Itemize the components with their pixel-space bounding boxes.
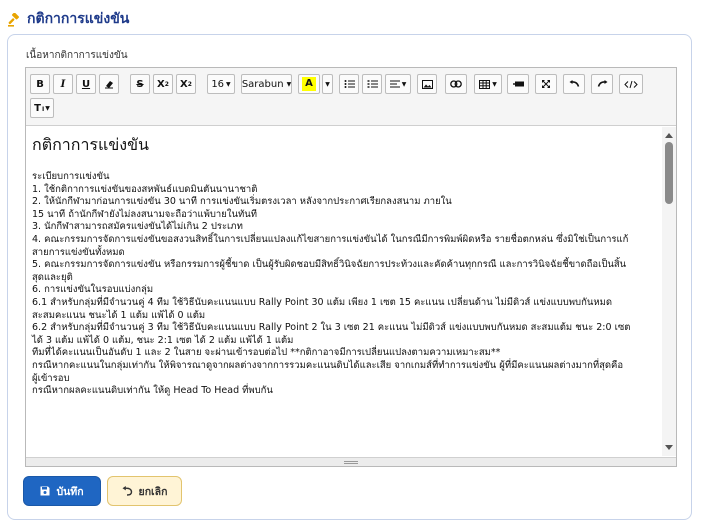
align-left-icon bbox=[389, 80, 400, 87]
content-line: กรณีหากคะแนนในกลุ่มเท่ากัน ให้พิจารณาดูจ… bbox=[32, 359, 624, 371]
scroll-down-arrow-icon[interactable] bbox=[665, 445, 673, 450]
caret-down-icon: ▼ bbox=[492, 80, 497, 88]
text-style-glyph: T bbox=[34, 102, 41, 114]
underline-button[interactable]: U bbox=[76, 74, 96, 94]
italic-button[interactable]: I bbox=[53, 74, 73, 94]
content-line: 15 นาที ถ้านักกีฬายังไม่ลงสนามจะถือว่าแพ… bbox=[32, 208, 257, 220]
text-color-caret[interactable]: ▼ bbox=[322, 74, 333, 94]
fullscreen-button[interactable] bbox=[535, 74, 557, 94]
content-line: 2. ให้นักกีฬามาก่อนการแข่งขัน 30 นาที กา… bbox=[32, 196, 452, 208]
content-line: 6.2 สำหรับกลุ่มที่มีจำนวนคู่ 3 ทีม ใช้วิ… bbox=[32, 322, 631, 334]
editor-resize-handle[interactable] bbox=[26, 457, 676, 466]
page-title: กติกาการแข่งขัน bbox=[27, 11, 130, 27]
subscript-glyph: X bbox=[180, 78, 188, 90]
cancel-button-label: ยกเลิก bbox=[138, 485, 168, 498]
floppy-disk-icon bbox=[40, 486, 50, 496]
content-line: 4. คณะกรรมการจัดการแข่งขันขอสงวนสิทธิ์ใน… bbox=[32, 233, 629, 245]
caret-down-icon: ▼ bbox=[226, 80, 231, 88]
picture-icon bbox=[421, 79, 433, 89]
rules-form-card: เนื้อหากติกาการแข่งขัน B I U S X2 X2 16 ▼… bbox=[7, 34, 692, 520]
strike-glyph: S bbox=[136, 78, 144, 90]
content-line: 6. การแข่งขันในรอบแบ่งกลุ่ม bbox=[32, 284, 154, 296]
fullscreen-icon bbox=[542, 80, 550, 88]
insert-table-dropdown[interactable]: ▼ bbox=[474, 74, 502, 94]
caret-down-icon: ▼ bbox=[286, 80, 292, 88]
superscript-button[interactable]: X2 bbox=[153, 74, 173, 94]
italic-glyph: I bbox=[60, 78, 66, 90]
content-line: 6.1 สำหรับกลุ่มที่มีจำนวนคู่ 4 ทีม ใช้วิ… bbox=[32, 296, 613, 308]
font-size-dropdown[interactable]: 16 ▼ bbox=[207, 74, 235, 94]
paragraph-align-dropdown[interactable]: ▼ bbox=[385, 74, 411, 94]
eraser-button[interactable] bbox=[99, 74, 119, 94]
editor-content-area[interactable]: กติกาการแข่งขัน ระเบียบการแข่งขัน 1. ใช้… bbox=[26, 127, 676, 456]
content-field-label: เนื้อหากติกาการแข่งขัน bbox=[26, 50, 128, 61]
content-line: ได้ 3 แต้ม แพ้ได้ 0 แต้ม, ชนะ 2:1 เซต ได… bbox=[32, 334, 294, 346]
save-button[interactable]: บันทึก bbox=[23, 476, 101, 506]
undo-icon bbox=[569, 79, 579, 87]
gavel-icon bbox=[7, 12, 21, 27]
undo-arrow-icon bbox=[122, 486, 132, 496]
text-style-mini-icon: I bbox=[41, 105, 45, 113]
caret-down-icon: ▼ bbox=[325, 80, 330, 88]
caret-down-icon: ▼ bbox=[45, 104, 50, 112]
content-line: 1. ใช้กติกาการแข่งขันของสหพันธ์แบดมินตัน… bbox=[32, 183, 258, 195]
cancel-button[interactable]: ยกเลิก bbox=[107, 476, 182, 506]
font-family-dropdown[interactable]: Sarabun ▼ bbox=[241, 74, 292, 94]
text-color-icon: A bbox=[302, 77, 316, 91]
resize-grip-icon bbox=[344, 460, 358, 464]
strikethrough-button[interactable]: S bbox=[130, 74, 150, 94]
content-line: 3. นักกีฬาสามารถสมัครแข่งขันได้ไม่เกิน 2… bbox=[32, 221, 243, 233]
code-view-icon bbox=[624, 80, 638, 88]
save-button-label: บันทึก bbox=[56, 485, 84, 498]
content-line: สะสมคะแนน ชนะได้ 1 แต้ม แพ้ได้ 0 แต้ม bbox=[32, 309, 206, 321]
insert-link-button[interactable] bbox=[445, 74, 467, 94]
table-icon bbox=[479, 79, 491, 89]
content-heading: กติกาการแข่งขัน bbox=[32, 135, 149, 154]
numbered-list-icon bbox=[367, 80, 378, 88]
insert-picture-button[interactable] bbox=[417, 74, 437, 94]
redo-icon bbox=[597, 79, 607, 87]
bullet-list-button[interactable] bbox=[339, 74, 359, 94]
caret-down-icon: ▼ bbox=[401, 80, 407, 88]
superscript-glyph: X bbox=[157, 78, 165, 90]
bold-glyph: B bbox=[36, 78, 44, 90]
content-line: สุดและยุติ bbox=[32, 271, 73, 283]
horizontal-rule-button[interactable] bbox=[507, 74, 529, 94]
content-line: 5. คณะกรรมการจัดการแข่งขัน หรือกรรมการผู… bbox=[32, 259, 627, 271]
text-color-button[interactable]: A bbox=[298, 74, 320, 94]
content-line: ทีมที่ได้คะแนนเป็นอันดับ 1 และ 2 ในสาย จ… bbox=[32, 347, 501, 359]
font-size-value: 16 bbox=[211, 78, 225, 90]
content-line: กรณีหากผลคะแนนดิบเท่ากัน ให้ดู Head To H… bbox=[32, 385, 273, 397]
redo-button[interactable] bbox=[591, 74, 613, 94]
page-header: กติกาการแข่งขัน bbox=[7, 8, 129, 30]
bold-button[interactable]: B bbox=[30, 74, 50, 94]
numbered-list-button[interactable] bbox=[362, 74, 382, 94]
underline-glyph: U bbox=[81, 78, 91, 90]
subscript-button[interactable]: X2 bbox=[176, 74, 196, 94]
font-family-value: Sarabun bbox=[241, 78, 284, 90]
code-view-button[interactable] bbox=[619, 74, 643, 94]
eraser-icon bbox=[105, 81, 113, 89]
text-style-dropdown[interactable]: T I ▼ bbox=[30, 98, 54, 118]
undo-button[interactable] bbox=[563, 74, 585, 94]
content-line: สายการแข่งขันทั้งหมด bbox=[32, 246, 125, 258]
horizontal-rule-icon bbox=[512, 81, 524, 87]
bullet-list-icon bbox=[344, 80, 355, 88]
rich-text-editor: B I U S X2 X2 16 ▼ Sarabun ▼ A ▼ ▼ ▼ T I… bbox=[25, 67, 677, 467]
editor-scrollbar[interactable] bbox=[662, 127, 676, 456]
content-line: ผู้เข้ารอบ bbox=[32, 372, 70, 384]
content-line: ระเบียบการแข่งขัน bbox=[32, 171, 110, 182]
scrollbar-thumb[interactable] bbox=[665, 142, 673, 204]
scroll-up-arrow-icon[interactable] bbox=[665, 133, 673, 138]
link-icon bbox=[450, 80, 462, 88]
editor-toolbar: B I U S X2 X2 16 ▼ Sarabun ▼ A ▼ ▼ ▼ T I… bbox=[26, 68, 676, 126]
